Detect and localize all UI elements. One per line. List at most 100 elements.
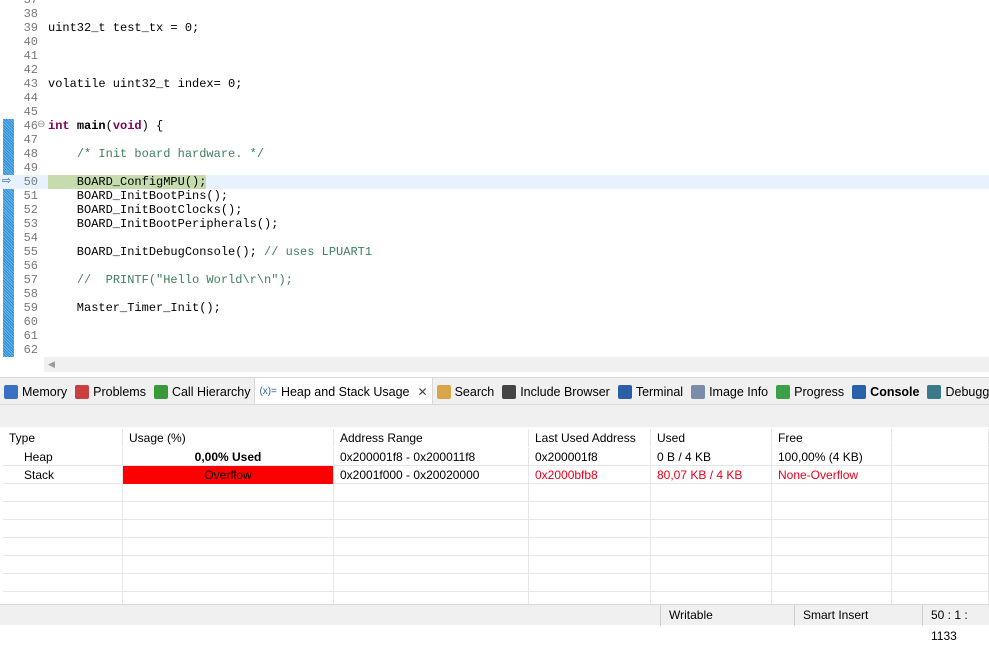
table-row[interactable]	[3, 502, 989, 520]
cell-address-range	[334, 502, 529, 520]
cell-usage	[123, 484, 334, 502]
table-row[interactable]	[3, 538, 989, 556]
table-row[interactable]	[3, 574, 989, 592]
code-line[interactable]: 41	[0, 49, 989, 63]
cell-usage	[123, 538, 334, 556]
problems-icon	[75, 384, 90, 399]
cell-free	[772, 520, 892, 538]
code-line[interactable]: 57 // PRINTF("Hello World\r\n");	[0, 273, 989, 287]
line-number: 44	[23, 91, 38, 105]
tab-include-browser[interactable]: Include Browser	[498, 378, 614, 404]
usage-bar: Overflow	[123, 466, 334, 484]
table-row[interactable]	[3, 556, 989, 574]
tab-progress[interactable]: Progress	[772, 378, 848, 404]
code-line[interactable]: 44	[0, 91, 989, 105]
code-token: BOARD_InitBootPins();	[48, 189, 229, 203]
code-line[interactable]: 53 BOARD_InitBootPeripherals();	[0, 217, 989, 231]
code-line[interactable]: 50 BOARD_ConfigMPU(); ⇨	[0, 175, 989, 189]
cell-extra	[892, 448, 989, 466]
table-row[interactable]	[3, 520, 989, 538]
code-line[interactable]: 39 uint32_t test_tx = 0;	[0, 21, 989, 35]
line-number: 50	[23, 175, 38, 189]
code-line[interactable]: 38	[0, 7, 989, 21]
column-header-address-range[interactable]: Address Range	[334, 429, 529, 447]
status-cursor-position: 50 : 1 : 1133	[922, 605, 989, 643]
tab-heap-and-stack-usage[interactable]: (x)= Heap and Stack Usage ✕	[254, 378, 433, 404]
code-text: BOARD_InitBootPins();	[48, 189, 228, 203]
cell-extra	[892, 429, 989, 447]
console-icon	[852, 384, 867, 399]
code-text: BOARD_InitBootPeripherals();	[48, 217, 279, 231]
code-line[interactable]: 61	[0, 329, 989, 343]
variables-icon: (x)=	[259, 386, 277, 397]
code-text: Master_Timer_Init();	[48, 301, 221, 315]
code-line[interactable]: 48 /* Init board hardware. */	[0, 147, 989, 161]
include-browser-icon	[502, 384, 517, 399]
tab-memory[interactable]: Memory	[0, 378, 71, 404]
tab-terminal[interactable]: Terminal	[614, 378, 687, 404]
column-header-used[interactable]: Used	[651, 429, 772, 447]
code-line[interactable]: 52 BOARD_InitBootClocks();	[0, 203, 989, 217]
column-header-last-used[interactable]: Last Used Address	[529, 429, 651, 447]
code-text: // PRINTF("Hello World\r\n");	[48, 273, 293, 287]
code-line[interactable]: 42	[0, 63, 989, 77]
code-line[interactable]: 56	[0, 259, 989, 273]
code-line[interactable]: 45	[0, 105, 989, 119]
code-line[interactable]: 55 BOARD_InitDebugConsole(); // uses LPU…	[0, 245, 989, 259]
heap-stack-table: Type Usage (%) Address Range Last Used Addr…	[3, 427, 989, 610]
tab-problems[interactable]: Problems	[71, 378, 150, 404]
cell-extra	[892, 538, 989, 556]
cell-extra	[892, 484, 989, 502]
line-number: 40	[23, 35, 38, 49]
code-line[interactable]: 46 int main(void) {⊖	[0, 119, 989, 133]
cell-free: 100,00% (4 KB)	[772, 448, 892, 466]
code-text: BOARD_InitBootClocks();	[48, 203, 243, 217]
table-row[interactable]: Heap 0,00% Used 0x200001f8 - 0x200011f8 0x2…	[3, 448, 989, 466]
table-header: Type Usage (%) Address Range Last Used Addr…	[3, 429, 989, 447]
cell-type	[3, 520, 123, 538]
line-number: 42	[23, 63, 38, 77]
cell-used: 0 B / 4 KB	[651, 448, 772, 466]
column-header-free[interactable]: Free	[772, 429, 892, 447]
code-line[interactable]: 60	[0, 315, 989, 329]
tab-search[interactable]: Search	[433, 378, 499, 404]
tab-call-hierarchy[interactable]: Call Hierarchy	[150, 378, 255, 404]
tab-debugger[interactable]: Debugger	[923, 378, 989, 404]
code-line[interactable]: 47	[0, 133, 989, 147]
image-info-icon	[691, 384, 706, 399]
fold-icon[interactable]: ⊖	[37, 119, 45, 133]
code-token: BOARD_ConfigMPU();	[48, 175, 207, 189]
cell-type	[3, 556, 123, 574]
close-icon[interactable]: ✕	[418, 385, 428, 399]
cell-address-range	[334, 574, 529, 592]
line-number: 56	[23, 259, 38, 273]
code-line[interactable]: 37	[0, 0, 989, 7]
code-line[interactable]: 62	[0, 343, 989, 357]
code-line[interactable]: 51 BOARD_InitBootPins();	[0, 189, 989, 203]
code-token: main	[76, 119, 106, 133]
code-line[interactable]: 54	[0, 231, 989, 245]
cell-used: 80,07 KB / 4 KB	[651, 466, 772, 484]
code-line[interactable]: 49	[0, 161, 989, 175]
cell-used	[651, 574, 772, 592]
column-header-type[interactable]: Type	[3, 429, 123, 447]
tab-label: Heap and Stack Usage	[280, 384, 410, 399]
usage-bar: 0,00% Used	[123, 448, 334, 466]
scroll-left-icon[interactable]: ◀	[48, 359, 55, 370]
horizontal-scrollbar[interactable]: ◀	[44, 357, 989, 372]
code-line[interactable]: 59 Master_Timer_Init();	[0, 301, 989, 315]
code-line[interactable]: 43 volatile uint32_t index= 0;	[0, 77, 989, 91]
tab-label: Include Browser	[520, 384, 610, 399]
code-token: volatile uint32_t index= 0;	[48, 77, 243, 91]
table-row[interactable]: Stack Overflow 0x2001f000 - 0x20020000 0x20…	[3, 466, 989, 484]
tab-console[interactable]: Console	[848, 378, 923, 404]
code-editor[interactable]: 37 38 39 uint32_t test_tx = 0; 40 41 42 43 volat…	[0, 0, 989, 357]
column-header-usage[interactable]: Usage (%)	[123, 429, 334, 447]
tab-image-info[interactable]: Image Info	[687, 378, 772, 404]
table-row[interactable]	[3, 484, 989, 502]
code-line[interactable]: 58	[0, 287, 989, 301]
code-line[interactable]: 40	[0, 35, 989, 49]
tab-label: Terminal	[635, 384, 684, 399]
line-number: 38	[23, 7, 38, 21]
